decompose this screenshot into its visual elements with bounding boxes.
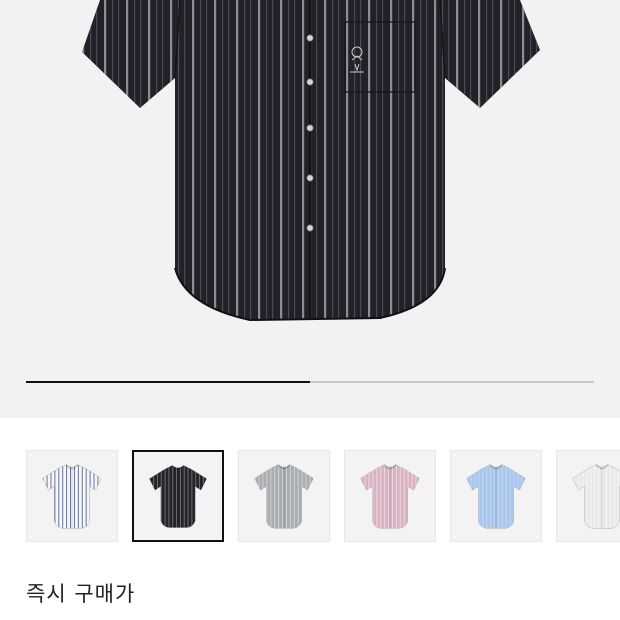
gallery-progress-fill <box>26 381 310 383</box>
shirt-thumbnail-icon <box>466 464 526 529</box>
shirt-thumbnail-icon <box>42 464 102 529</box>
thumbnail-light-blue[interactable] <box>450 450 542 542</box>
striped-short-sleeve-shirt-image <box>82 0 540 322</box>
gallery-progress-bar <box>26 381 594 383</box>
shirt-thumbnail-icon <box>360 464 420 529</box>
color-thumbnail-strip <box>0 418 620 568</box>
thumbnail-pink-stripe[interactable] <box>344 450 436 542</box>
thumbnail-white-navy-stripe[interactable] <box>26 450 118 542</box>
thumbnail-white[interactable] <box>556 450 620 542</box>
instant-buy-price-label: 즉시 구매가 <box>26 582 136 606</box>
thumbnail-grey-stripe[interactable] <box>238 450 330 542</box>
shirt-thumbnail-icon <box>149 465 207 528</box>
thumbnail-black-stripe[interactable] <box>132 450 224 542</box>
shirt-thumbnail-icon <box>254 464 314 529</box>
shirt-thumbnail-icon <box>572 464 620 529</box>
product-image-area <box>0 0 620 418</box>
